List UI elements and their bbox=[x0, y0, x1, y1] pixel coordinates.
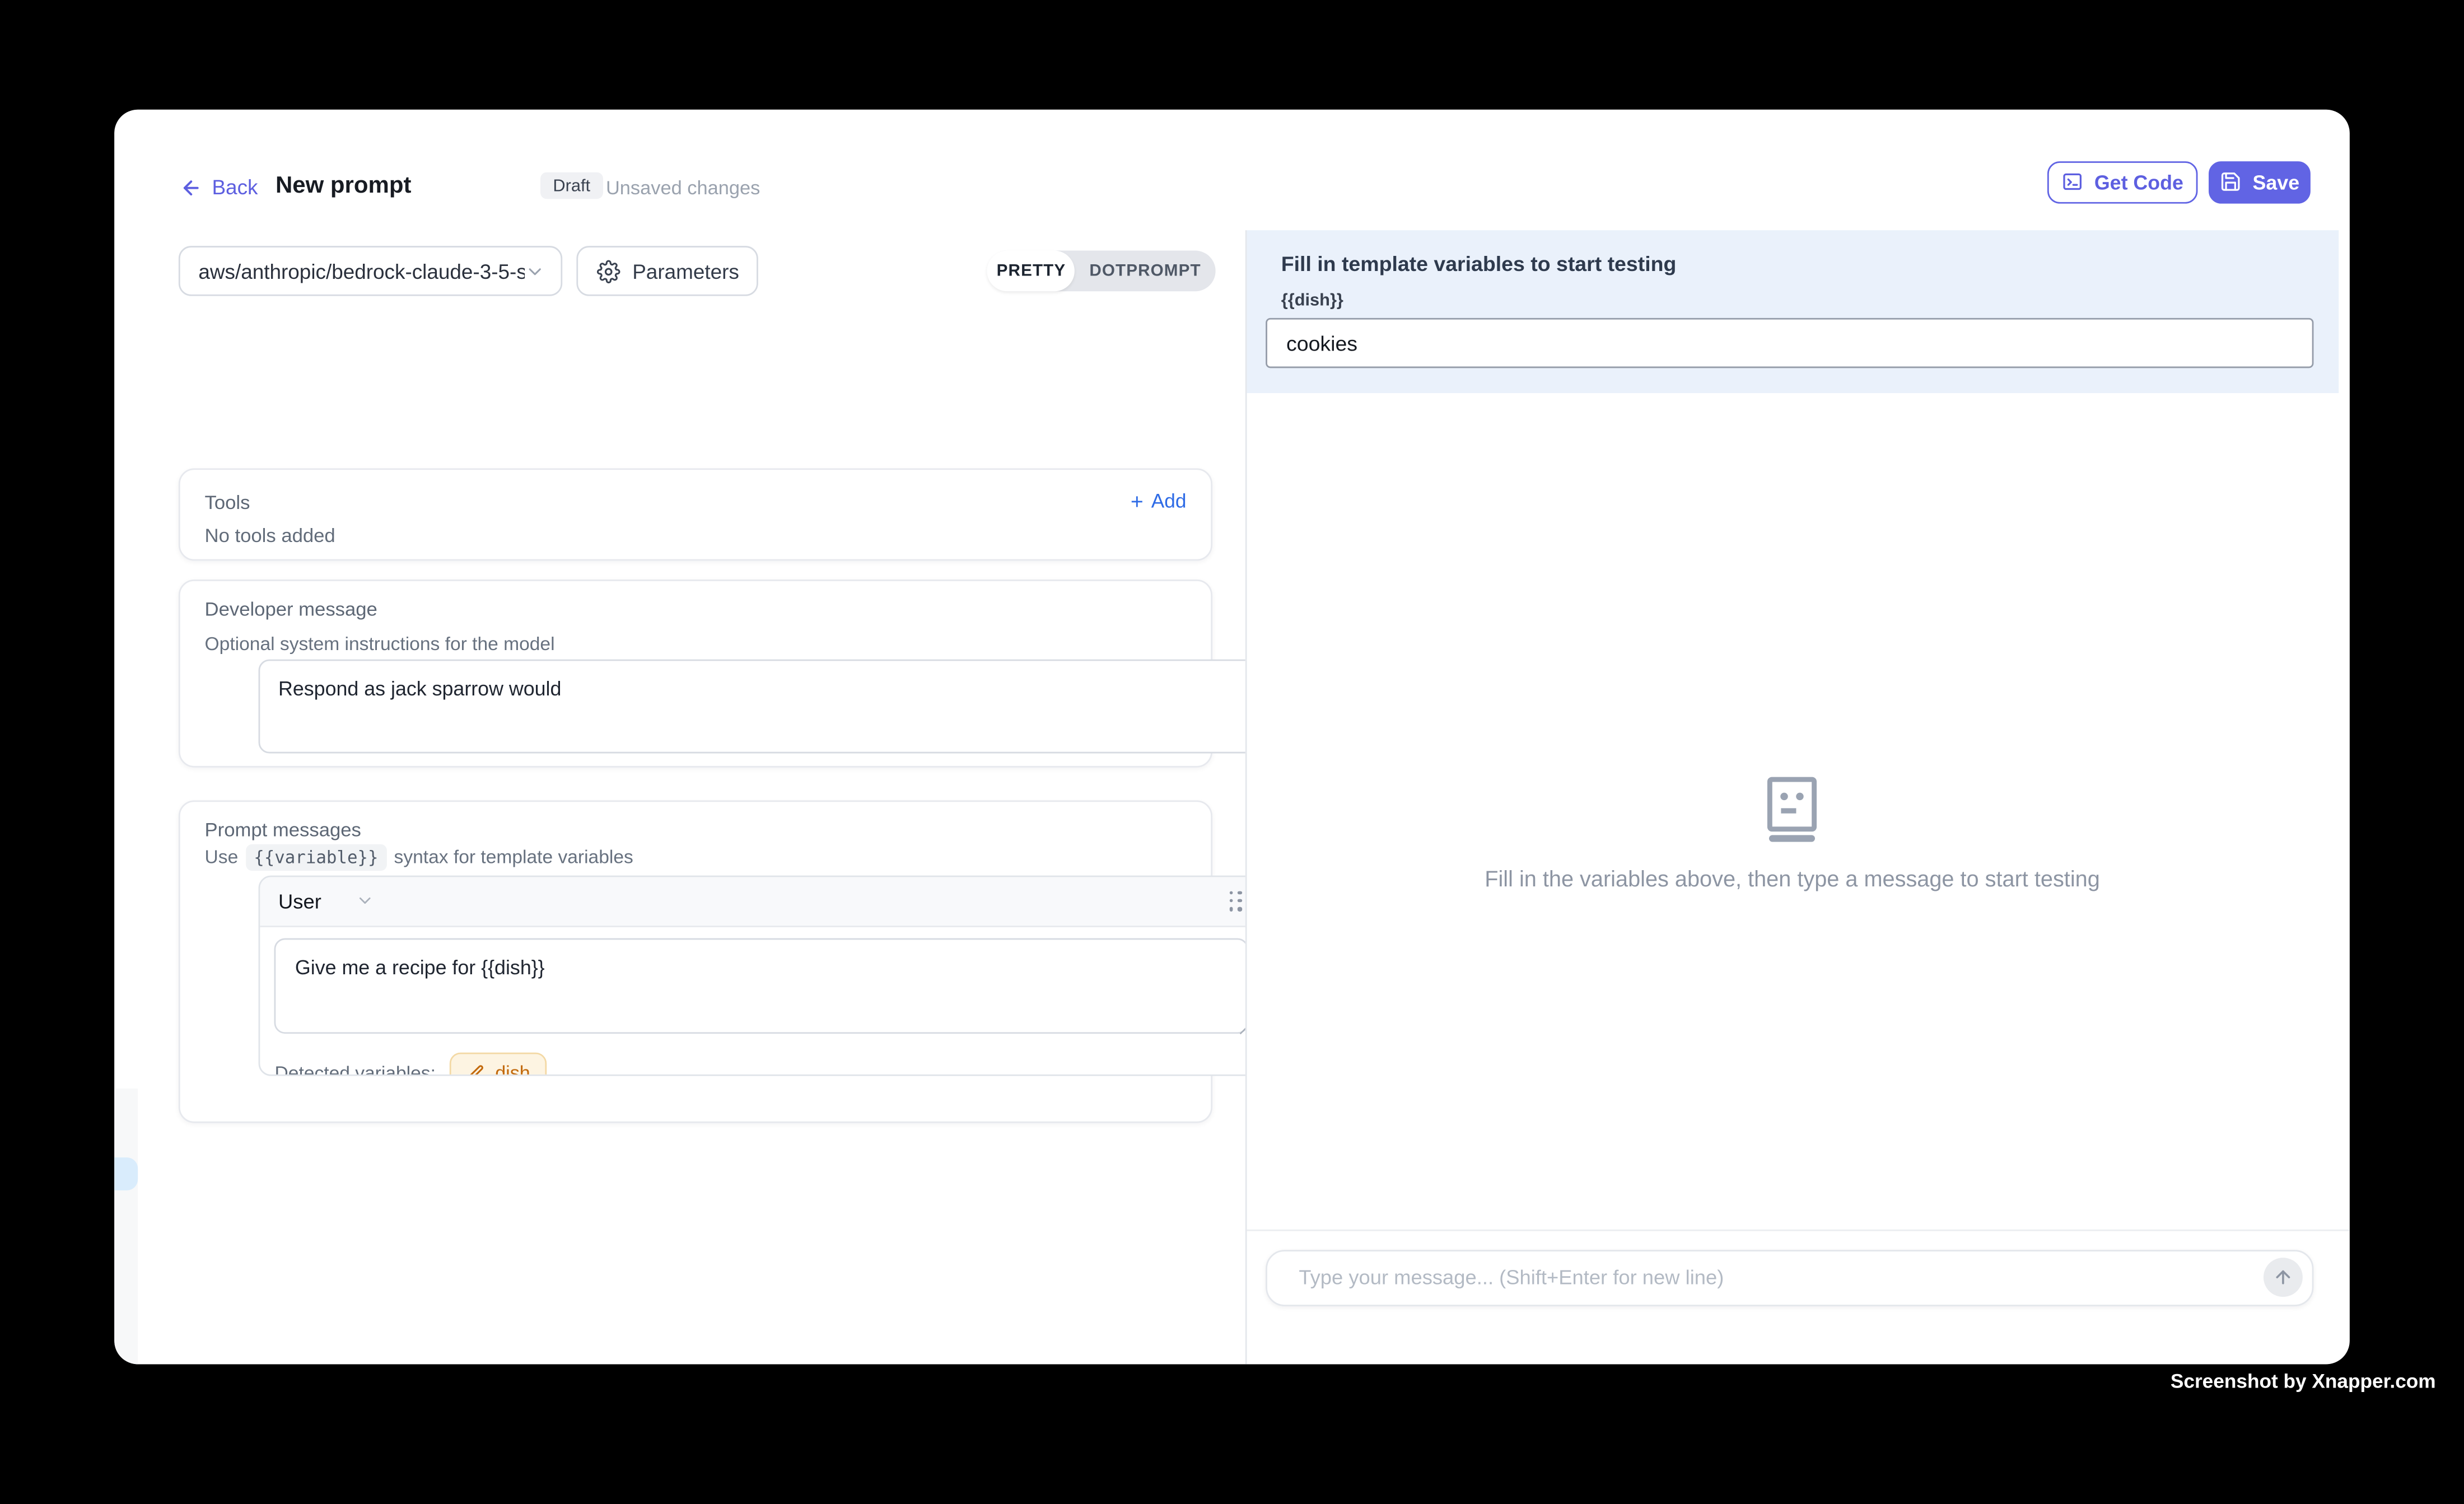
arrow-left-icon bbox=[181, 176, 203, 198]
prompt-messages-title: Prompt messages bbox=[205, 819, 361, 841]
view-mode-toggle: PRETTY DOTPROMPT bbox=[987, 250, 1215, 292]
edit-pencil-icon bbox=[467, 1063, 486, 1077]
status-badge: Draft bbox=[540, 172, 603, 199]
chat-empty-state: Fill in the variables above, then type a… bbox=[1247, 393, 2339, 1350]
send-button[interactable] bbox=[2264, 1258, 2303, 1297]
developer-message-title: Developer message bbox=[205, 599, 377, 621]
model-select[interactable]: aws/anthropic/bedrock-claude-3-5-s... bbox=[178, 245, 563, 297]
save-label: Save bbox=[2253, 170, 2300, 194]
role-select-value: User bbox=[278, 889, 321, 913]
unsaved-changes-note: Unsaved changes bbox=[606, 176, 760, 198]
parameters-label: Parameters bbox=[632, 259, 739, 283]
chat-message-input[interactable]: Type your message... (Shift+Enter for ne… bbox=[1266, 1250, 2314, 1306]
stage: Back New prompt Draft Unsaved changes Ge… bbox=[0, 0, 2464, 1504]
robot-face-icon bbox=[1761, 774, 1824, 843]
tools-card: Tools + Add No tools added bbox=[178, 469, 1213, 562]
chevron-down-icon bbox=[525, 261, 545, 281]
variable-key-label: {{dish}} bbox=[1281, 292, 1343, 311]
developer-message-subtitle: Optional system instructions for the mod… bbox=[205, 633, 555, 655]
page-title: New prompt bbox=[276, 172, 411, 199]
watermark: Screenshot by Xnapper.com bbox=[2171, 1370, 2436, 1391]
developer-message-textarea[interactable]: Respond as jack sparrow would bbox=[258, 660, 1263, 754]
message-header: User bbox=[259, 876, 1261, 927]
developer-message-card: Developer message Optional system instru… bbox=[178, 580, 1213, 767]
get-code-label: Get Code bbox=[2094, 170, 2183, 194]
gear-icon bbox=[596, 259, 620, 283]
save-icon bbox=[2220, 171, 2242, 193]
variable-chip-dish[interactable]: dish bbox=[450, 1052, 547, 1077]
terminal-icon bbox=[2061, 171, 2083, 193]
message-item: User Give me a recipe for {{dish}} Detec… bbox=[258, 875, 1263, 1076]
header: Back New prompt Draft Unsaved changes Ge… bbox=[115, 110, 2350, 230]
get-code-button[interactable]: Get Code bbox=[2047, 161, 2198, 203]
sidebar-sliver bbox=[115, 1089, 138, 1365]
model-select-value: aws/anthropic/bedrock-claude-3-5-s... bbox=[198, 259, 525, 283]
chat-input-placeholder: Type your message... (Shift+Enter for ne… bbox=[1299, 1266, 2264, 1290]
prompt-messages-card: Prompt messages Use {{variable}} syntax … bbox=[178, 801, 1213, 1123]
back-button[interactable]: Back bbox=[181, 172, 258, 202]
message-textarea[interactable]: Give me a recipe for {{dish}} bbox=[275, 938, 1249, 1033]
detected-variables-row: Detected variables: dish bbox=[275, 1052, 548, 1077]
tools-title: Tools bbox=[205, 491, 250, 513]
parameters-button[interactable]: Parameters bbox=[577, 245, 759, 297]
toggle-pretty[interactable]: PRETTY bbox=[987, 250, 1075, 292]
syntax-hint: Use {{variable}} syntax for template var… bbox=[205, 844, 633, 871]
variable-chip-label: dish bbox=[495, 1062, 530, 1076]
detected-variables-label: Detected variables: bbox=[275, 1062, 436, 1076]
syntax-prefix: Use bbox=[205, 846, 239, 868]
toggle-dotprompt[interactable]: DOTPROMPT bbox=[1075, 250, 1215, 292]
prompt-editor-pane: aws/anthropic/bedrock-claude-3-5-s... Pa… bbox=[115, 230, 1245, 1365]
save-button[interactable]: Save bbox=[2209, 161, 2310, 203]
chat-input-divider bbox=[1247, 1230, 2350, 1232]
variable-value-input[interactable] bbox=[1266, 318, 2314, 368]
syntax-suffix: syntax for template variables bbox=[394, 846, 633, 868]
chevron-down-icon bbox=[356, 891, 375, 910]
variable-syntax-chip: {{variable}} bbox=[246, 844, 386, 871]
app-window: Back New prompt Draft Unsaved changes Ge… bbox=[115, 110, 2350, 1365]
add-tool-button[interactable]: + Add bbox=[1131, 490, 1187, 512]
template-variables-panel: Fill in template variables to start test… bbox=[1247, 230, 2339, 393]
tools-empty-text: No tools added bbox=[205, 525, 335, 547]
test-pane: Fill in template variables to start test… bbox=[1245, 230, 2350, 1365]
add-tool-label: Add bbox=[1151, 490, 1187, 512]
sidebar-active-item[interactable] bbox=[115, 1157, 138, 1191]
role-select[interactable]: User bbox=[278, 889, 375, 913]
empty-state-text: Fill in the variables above, then type a… bbox=[1485, 868, 2100, 893]
plus-icon: + bbox=[1131, 490, 1144, 512]
drag-handle[interactable] bbox=[1229, 891, 1243, 911]
back-label: Back bbox=[212, 176, 258, 199]
arrow-up-icon bbox=[2274, 1268, 2294, 1288]
variables-panel-title: Fill in template variables to start test… bbox=[1281, 253, 1677, 276]
